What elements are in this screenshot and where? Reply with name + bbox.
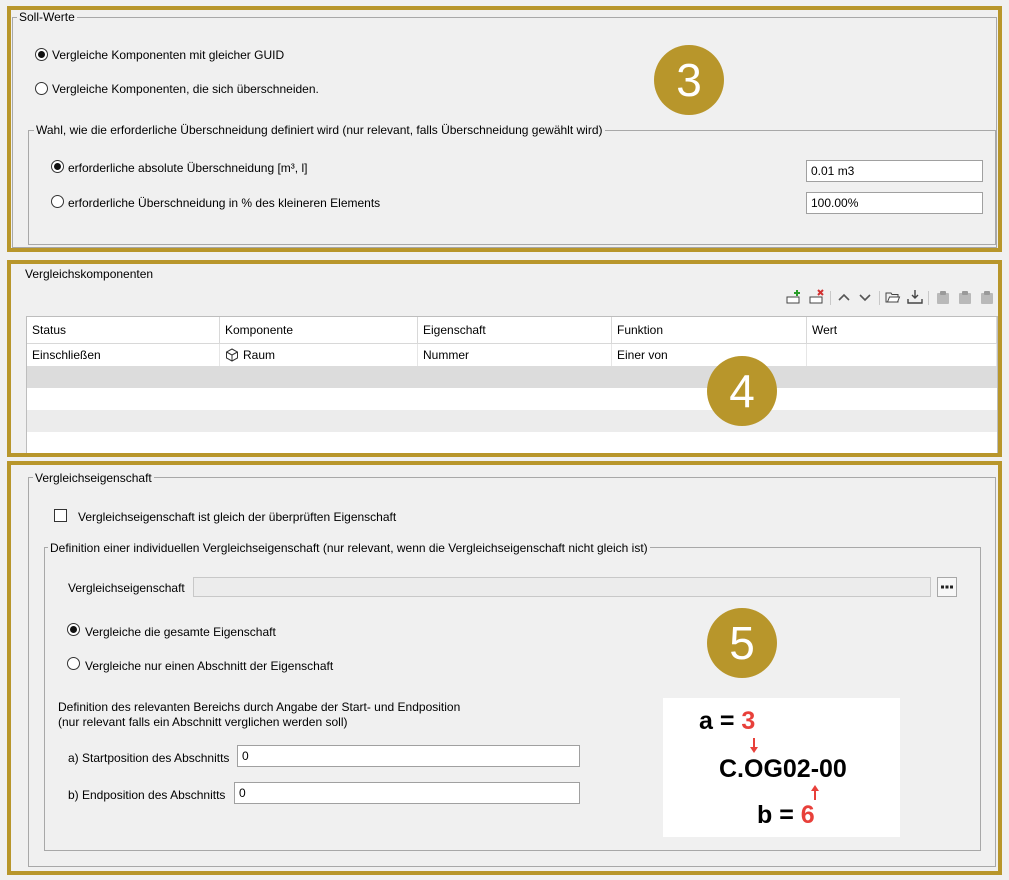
highlight-frame-3 [7,6,1002,252]
highlight-frame-5 [7,461,1002,875]
highlight-frame-4 [7,260,1002,457]
